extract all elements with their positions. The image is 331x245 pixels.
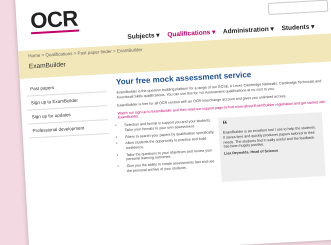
webpage-screenshot: OCR Subjects ▾ Qualifications ▾ Administ…: [14, 0, 331, 245]
sidebar-item-professional-development[interactable]: Professional development: [28, 120, 109, 139]
nav-subjects[interactable]: Subjects ▾: [127, 32, 160, 41]
feature-list: Selection and format is support you and …: [118, 118, 217, 175]
nav-students[interactable]: Students ▾: [281, 23, 314, 32]
nav-administration[interactable]: Administration ▾: [223, 26, 274, 36]
main-content: Your free mock assessment service ExamBu…: [116, 66, 331, 214]
testimonial-text: ExamBuilder is an excellent tool I use t…: [222, 125, 317, 149]
content-columns: Selection and format is support you and …: [118, 112, 331, 214]
photo-frame: OCR Subjects ▾ Qualifications ▾ Administ…: [0, 0, 331, 245]
testimonial-box: “ ExamBuilder is an excellent tool I use…: [218, 112, 326, 183]
search-input[interactable]: [267, 0, 329, 15]
sidebar: Past papers Sign up to ExamBuilder Sign …: [25, 78, 109, 139]
nav-qualifications[interactable]: Qualifications ▾: [167, 29, 215, 39]
